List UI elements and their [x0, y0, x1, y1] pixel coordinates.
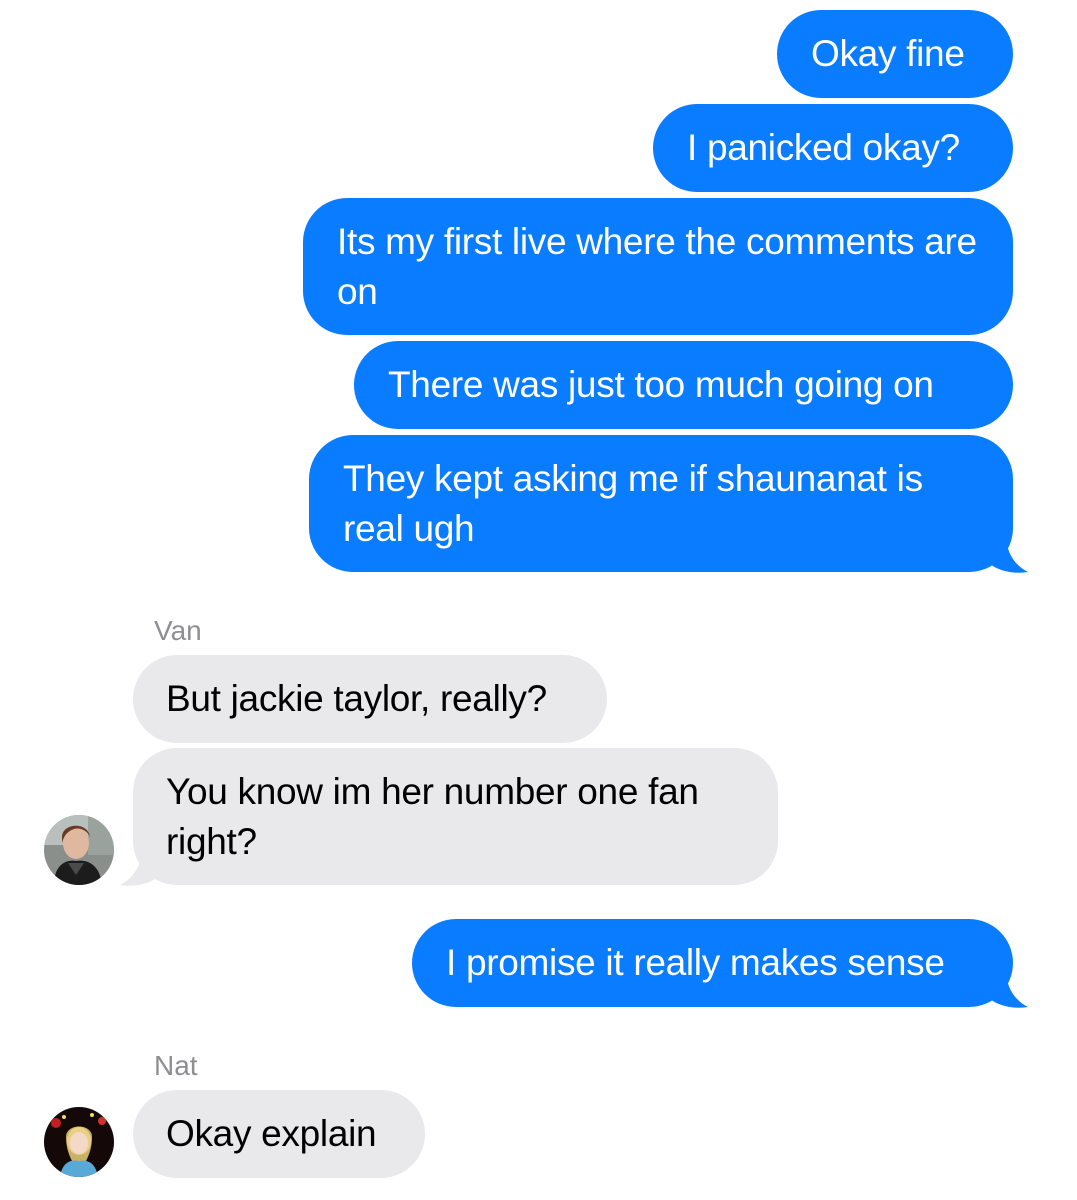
message-text: You know im her number one fan right? [166, 771, 699, 862]
message-bubble-incoming[interactable]: But jackie taylor, really? [133, 655, 607, 743]
message-text: I panicked okay? [687, 127, 960, 168]
bubble-tail-icon [120, 847, 158, 886]
message-bubble-outgoing[interactable]: I panicked okay? [653, 104, 1013, 192]
message-text: But jackie taylor, really? [166, 678, 547, 719]
van-avatar[interactable] [44, 815, 114, 885]
bubble-tail-icon [990, 969, 1028, 1008]
nat-avatar[interactable] [44, 1107, 114, 1177]
message-bubble-outgoing[interactable]: Its my first live where the comments are… [303, 198, 1013, 335]
message-text: Its my first live where the comments are… [337, 221, 977, 312]
message-bubble-incoming[interactable]: You know im her number one fan right? [133, 748, 778, 885]
message-bubble-incoming[interactable]: Okay explain [133, 1090, 425, 1178]
bubble-tail-icon [990, 534, 1028, 573]
message-bubble-outgoing[interactable]: Okay fine [777, 10, 1013, 98]
message-bubble-outgoing[interactable]: They kept asking me if shaunanat is real… [309, 435, 1013, 572]
message-bubble-outgoing[interactable]: I promise it really makes sense [412, 919, 1013, 1007]
message-text: They kept asking me if shaunanat is real… [343, 458, 923, 549]
message-text: Okay explain [166, 1113, 377, 1154]
message-text: There was just too much going on [388, 364, 934, 405]
person-icon [44, 815, 114, 885]
message-bubble-outgoing[interactable]: There was just too much going on [354, 341, 1013, 429]
person-icon [44, 1107, 114, 1177]
sender-name: Nat [154, 1050, 198, 1081]
message-text: Okay fine [811, 33, 965, 74]
sender-name: Van [154, 615, 202, 646]
message-text: I promise it really makes sense [446, 942, 945, 983]
